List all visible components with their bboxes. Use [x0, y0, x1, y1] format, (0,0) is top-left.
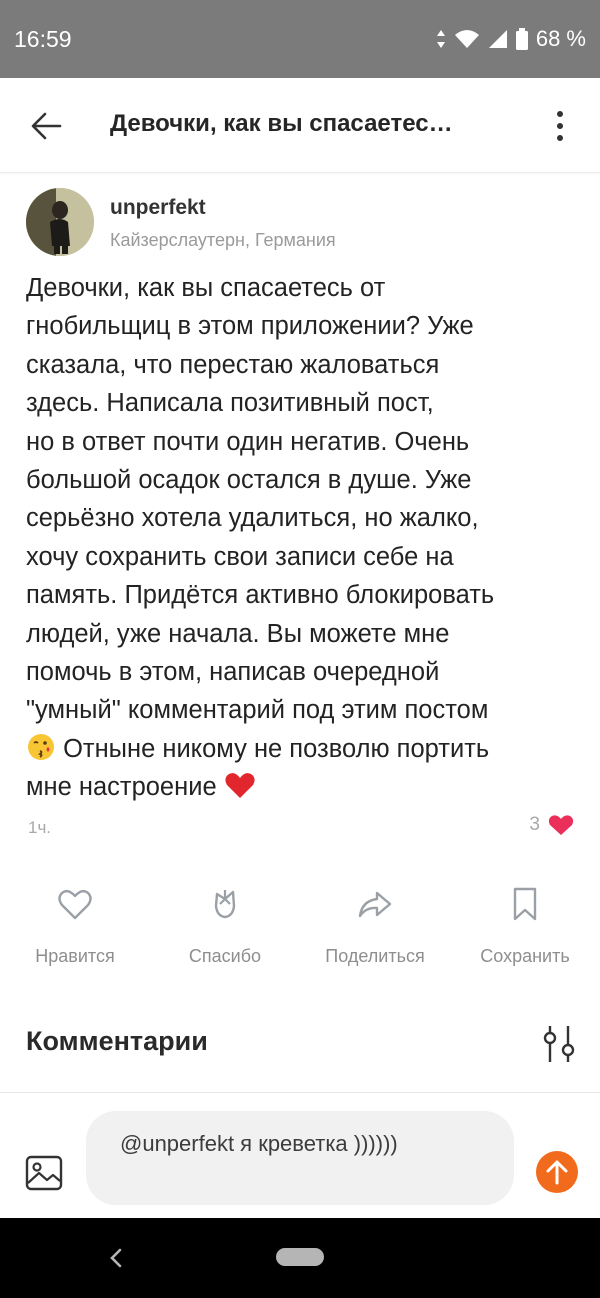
author-location: Кайзерслаутерн, Германия [110, 230, 336, 250]
like-button[interactable]: Нравится [0, 880, 150, 967]
post-time: 1ч. [28, 818, 52, 837]
post-line: Девочки, как вы спасаетесь от [26, 274, 386, 302]
data-transfer-icon [436, 30, 445, 48]
nav-home-pill[interactable] [276, 1248, 324, 1266]
app-header: Девочки, как вы спасаетес… [0, 78, 600, 173]
bookmark-icon [513, 887, 537, 921]
send-arrow-icon [546, 1160, 568, 1185]
system-nav-bar [0, 1218, 600, 1298]
post-line: большой осадок остался в душе. Уже [26, 466, 472, 495]
post-line: хочу сохранить свои записи себе на [26, 542, 454, 571]
post-line: "умный" комментарий под этим постом [26, 696, 489, 725]
comment-composer: @unperfekt я креветка )))))) [0, 1093, 600, 1218]
post-line: память. Придётся активно блокировать [26, 581, 495, 610]
status-bar: 16:59 68 % [0, 0, 600, 78]
thanks-button[interactable]: Спасибо [150, 880, 300, 967]
post-line: но в ответ почти один негатив. Очень [26, 427, 470, 456]
red-heart-emoji-icon [225, 773, 255, 799]
wifi-icon [454, 30, 479, 48]
image-icon[interactable] [24, 1153, 64, 1193]
post-line: гнобильщиц в этом приложении? Уже [26, 312, 474, 341]
like-label: Нравится [35, 946, 115, 966]
heart-filled-icon [548, 815, 574, 835]
avatar[interactable] [26, 188, 94, 256]
back-arrow-icon[interactable] [26, 106, 66, 146]
like-count: 3 [529, 814, 540, 835]
like-counter[interactable]: 3 [529, 814, 574, 836]
comments-title: Комментарии [26, 1026, 208, 1056]
page-title: Девочки, как вы спасаетес… [110, 110, 453, 137]
share-arrow-icon [358, 891, 392, 918]
post-text: Девочки, как вы спасаетесь от гнобильщиц… [26, 269, 586, 807]
battery-icon [515, 28, 528, 50]
post-actions: Нравится Спасибо Поделиться Сохранить [0, 880, 600, 970]
filter-sliders-icon[interactable] [540, 1024, 578, 1064]
comment-input[interactable]: @unperfekt я креветка )))))) [86, 1111, 514, 1205]
heart-icon [58, 889, 92, 920]
avatar-photo [26, 188, 94, 256]
post-line: здесь. Написала позитивный пост, [26, 389, 434, 418]
nav-back-icon[interactable] [106, 1244, 126, 1272]
save-label: Сохранить [480, 946, 570, 966]
thanks-label: Спасибо [188, 946, 262, 966]
status-icons: 68 % [436, 26, 586, 52]
save-button[interactable]: Сохранить [450, 880, 600, 967]
share-button[interactable]: Поделиться [300, 880, 450, 967]
signal-icon [488, 30, 507, 48]
battery-level: 68 % [535, 26, 586, 51]
share-label: Поделиться [325, 946, 425, 966]
comment-input-text: @unperfekt я креветка )))))) [120, 1131, 398, 1156]
post-line: помочь в этом, написав очередной [26, 658, 440, 687]
send-button[interactable] [536, 1151, 578, 1193]
kiss-emoji-icon [28, 733, 54, 760]
post-line: серьёзно хотела удалиться, но жалко, [26, 504, 479, 533]
post-line: людей, уже начала. Вы можете мне [26, 619, 450, 648]
more-vert-icon[interactable] [548, 108, 572, 144]
status-time: 16:59 [14, 26, 72, 52]
post-line: сказала, что перестаю жаловаться [26, 350, 440, 379]
post-line-with-emoji: Отныне никому не позволю портить [26, 730, 586, 768]
tulip-icon [214, 890, 236, 919]
post-line-with-emoji: мне настроение [26, 768, 586, 806]
author-name[interactable]: unperfekt [110, 196, 206, 220]
post-line: Отныне никому не позволю портить [56, 734, 490, 763]
post-line: мне настроение [26, 773, 224, 802]
